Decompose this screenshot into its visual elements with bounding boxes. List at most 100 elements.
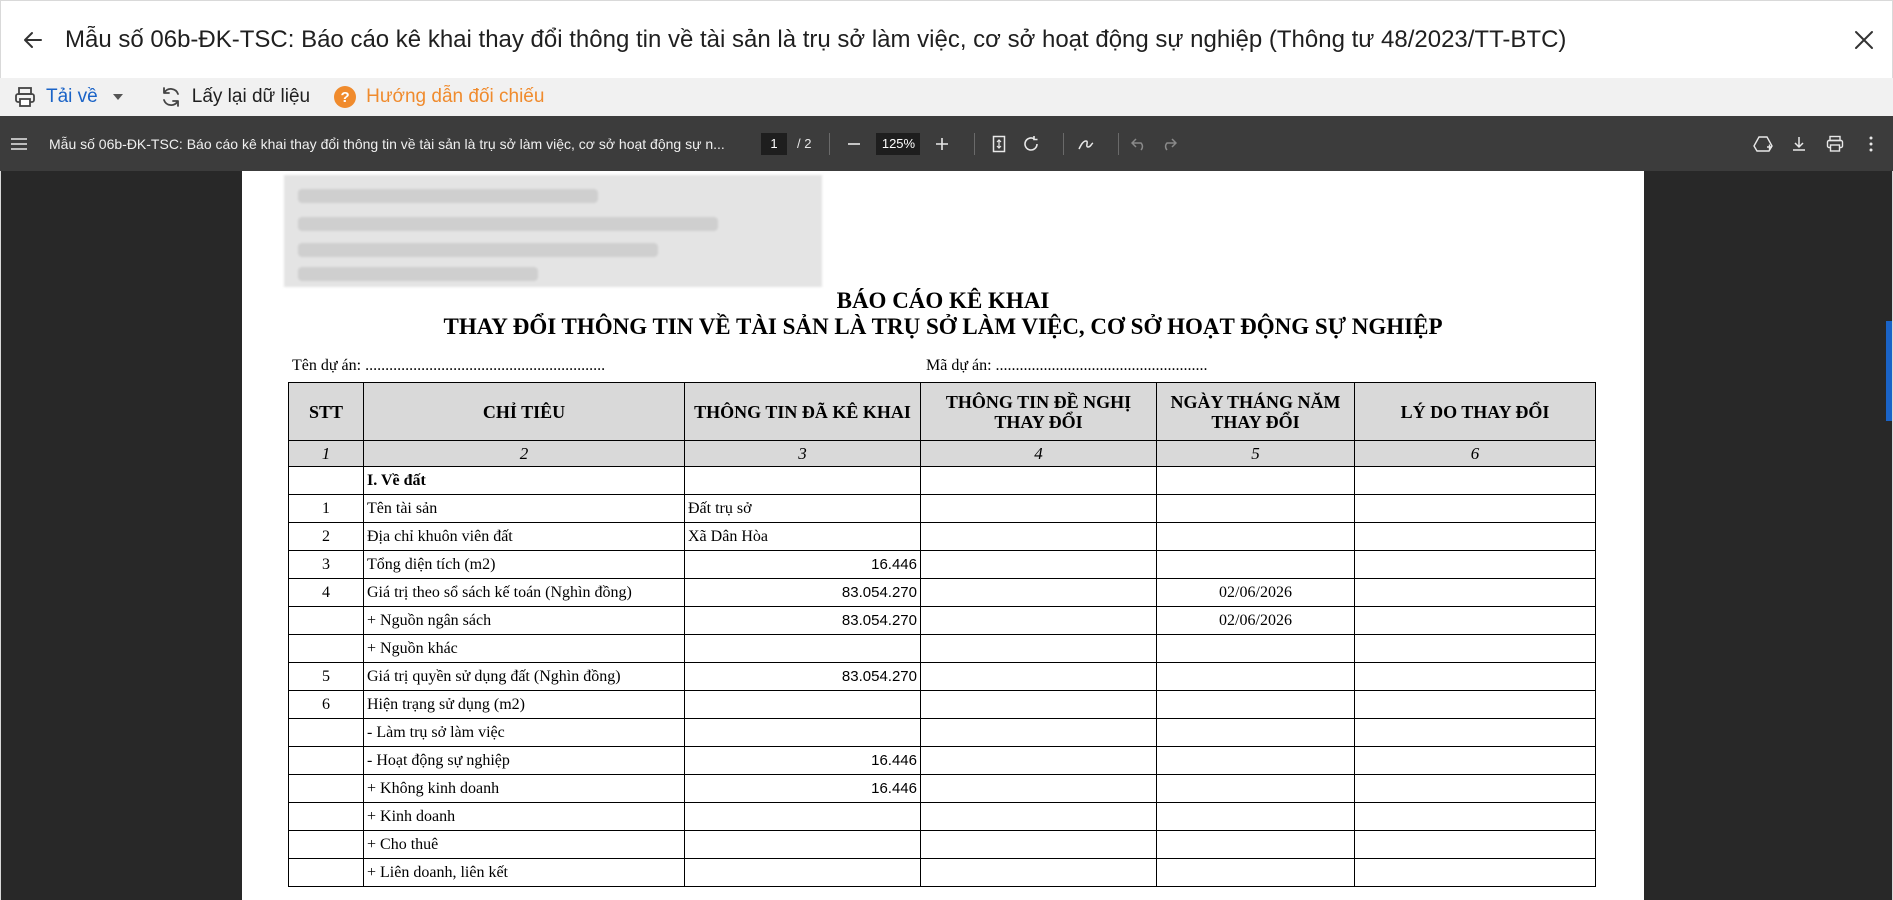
cell-date — [1156, 690, 1355, 719]
cell-label: + Kinh doanh — [363, 802, 685, 831]
cell-declared: 16.446 — [684, 746, 921, 775]
cell-declared — [684, 858, 921, 887]
pdf-menu-button[interactable] — [2, 137, 36, 150]
cell-stt — [288, 718, 364, 747]
cell-declared: Xã Dân Hòa — [684, 522, 921, 551]
cell-stt: 2 — [288, 522, 364, 551]
column-header: THÔNG TIN ĐÃ KÊ KHAI — [684, 382, 921, 441]
cell-reason — [1354, 774, 1596, 803]
back-button[interactable] — [1, 1, 65, 79]
table-row: I. Về đất — [288, 466, 1596, 495]
cell-reason — [1354, 550, 1596, 579]
cell-stt — [288, 858, 364, 887]
cell-proposed — [920, 494, 1157, 523]
column-number: 4 — [920, 440, 1157, 467]
redo-button[interactable] — [1155, 130, 1183, 158]
project-code-field: Mã dự án: ..............................… — [926, 357, 1208, 374]
cell-proposed — [920, 522, 1157, 551]
cell-date — [1156, 662, 1355, 691]
cell-reason — [1354, 830, 1596, 859]
table-row: - Làm trụ sở làm việc — [288, 718, 1596, 747]
rotate-button[interactable] — [1017, 130, 1045, 158]
cell-proposed — [920, 578, 1157, 607]
cell-stt: 5 — [288, 662, 364, 691]
cell-proposed — [920, 802, 1157, 831]
save-to-drive-button[interactable] — [1749, 130, 1777, 158]
cell-declared: 16.446 — [684, 774, 921, 803]
cell-label: I. Về đất — [363, 466, 685, 495]
pdf-document-title: Mẫu số 06b-ĐK-TSC: Báo cáo kê khai thay … — [49, 135, 725, 152]
download-button[interactable]: Tải về — [0, 78, 124, 116]
cell-declared — [684, 634, 921, 663]
page-title: Mẫu số 06b-ĐK-TSC: Báo cáo kê khai thay … — [65, 25, 1567, 53]
cell-stt: 6 — [288, 690, 364, 719]
cell-proposed — [920, 746, 1157, 775]
question-circle-icon: ? — [334, 86, 357, 108]
cell-label: + Nguồn ngân sách — [363, 606, 685, 635]
table-row: + Cho thuê — [288, 830, 1596, 859]
annotate-button[interactable] — [1072, 130, 1100, 158]
cell-label: + Cho thuê — [363, 830, 685, 859]
pdf-page: BÁO CÁO KÊ KHAI THAY ĐỔI THÔNG TIN VỀ TÀ… — [242, 171, 1644, 900]
cell-date — [1156, 550, 1355, 579]
print-button[interactable] — [1821, 130, 1849, 158]
cell-stt — [288, 606, 364, 635]
toolbar-divider — [1118, 132, 1120, 155]
cell-reason — [1354, 606, 1596, 635]
table-row: + Nguồn ngân sách 83.054.270 02/06/2026 — [288, 606, 1596, 635]
cell-reason — [1354, 634, 1596, 663]
report-subtitle: THAY ĐỔI THÔNG TIN VỀ TÀI SẢN LÀ TRỤ SỞ … — [443, 314, 1443, 339]
cell-stt — [288, 774, 364, 803]
printer-icon — [15, 87, 35, 107]
cell-label: - Hoạt động sự nghiệp — [363, 746, 685, 775]
cell-declared — [684, 830, 921, 859]
table-row: + Liên doanh, liên kết — [288, 858, 1596, 887]
pen-icon — [1078, 139, 1094, 149]
cell-label: Hiện trạng sử dụng (m2) — [363, 690, 685, 719]
column-header: THÔNG TIN ĐỀ NGHỊ THAY ĐỔI — [920, 382, 1157, 441]
minus-icon — [848, 142, 861, 145]
page-number-input[interactable] — [761, 132, 787, 155]
cell-proposed — [920, 690, 1157, 719]
cell-label: + Liên doanh, liên kết — [363, 858, 685, 887]
table-row: + Kinh doanh — [288, 802, 1596, 831]
toolbar-divider — [1063, 132, 1065, 155]
cell-declared: Đất trụ sở — [684, 494, 921, 523]
comparison-guide-link[interactable]: ? Hướng dẫn đối chiếu — [334, 78, 544, 116]
cell-proposed — [920, 774, 1157, 803]
print-icon — [1826, 135, 1844, 152]
more-options-button[interactable] — [1857, 130, 1885, 158]
cell-label: - Làm trụ sở làm việc — [363, 718, 685, 747]
zoom-in-button[interactable] — [928, 130, 956, 158]
cell-reason — [1354, 578, 1596, 607]
pdf-toolbar-right — [1749, 116, 1893, 171]
column-number: 2 — [363, 440, 685, 467]
download-pdf-button[interactable] — [1785, 130, 1813, 158]
undo-button[interactable] — [1125, 130, 1153, 158]
cell-proposed — [920, 718, 1157, 747]
cell-date — [1156, 718, 1355, 747]
cell-declared: 83.054.270 — [684, 578, 921, 607]
cell-declared — [684, 718, 921, 747]
fit-page-icon — [993, 135, 1006, 152]
fit-page-button[interactable] — [985, 130, 1013, 158]
table-row: + Không kinh doanh 16.446 — [288, 774, 1596, 803]
report-title: BÁO CÁO KÊ KHAI — [836, 288, 1050, 313]
chevron-down-icon[interactable] — [112, 93, 124, 101]
cell-reason — [1354, 858, 1596, 887]
cell-label: + Nguồn khác — [363, 634, 685, 663]
reload-data-button[interactable]: Lấy lại dữ liệu — [160, 78, 310, 116]
column-number-row: 1 2 3 4 5 6 — [288, 440, 1596, 467]
zoom-out-button[interactable] — [840, 130, 868, 158]
scrollbar-thumb[interactable] — [1886, 321, 1892, 421]
cell-date — [1156, 802, 1355, 831]
table-header-row: STT CHỈ TIÊU THÔNG TIN ĐÃ KÊ KHAI THÔNG … — [288, 382, 1596, 441]
cell-reason — [1354, 466, 1596, 495]
cell-reason — [1354, 494, 1596, 523]
cell-date — [1156, 634, 1355, 663]
download-icon — [1793, 136, 1805, 151]
cell-date: 02/06/2026 — [1156, 578, 1355, 607]
close-button[interactable] — [1836, 1, 1892, 79]
zoom-level-input[interactable] — [876, 132, 921, 155]
pdf-viewer[interactable]: BÁO CÁO KÊ KHAI THAY ĐỔI THÔNG TIN VỀ TÀ… — [0, 171, 1893, 900]
